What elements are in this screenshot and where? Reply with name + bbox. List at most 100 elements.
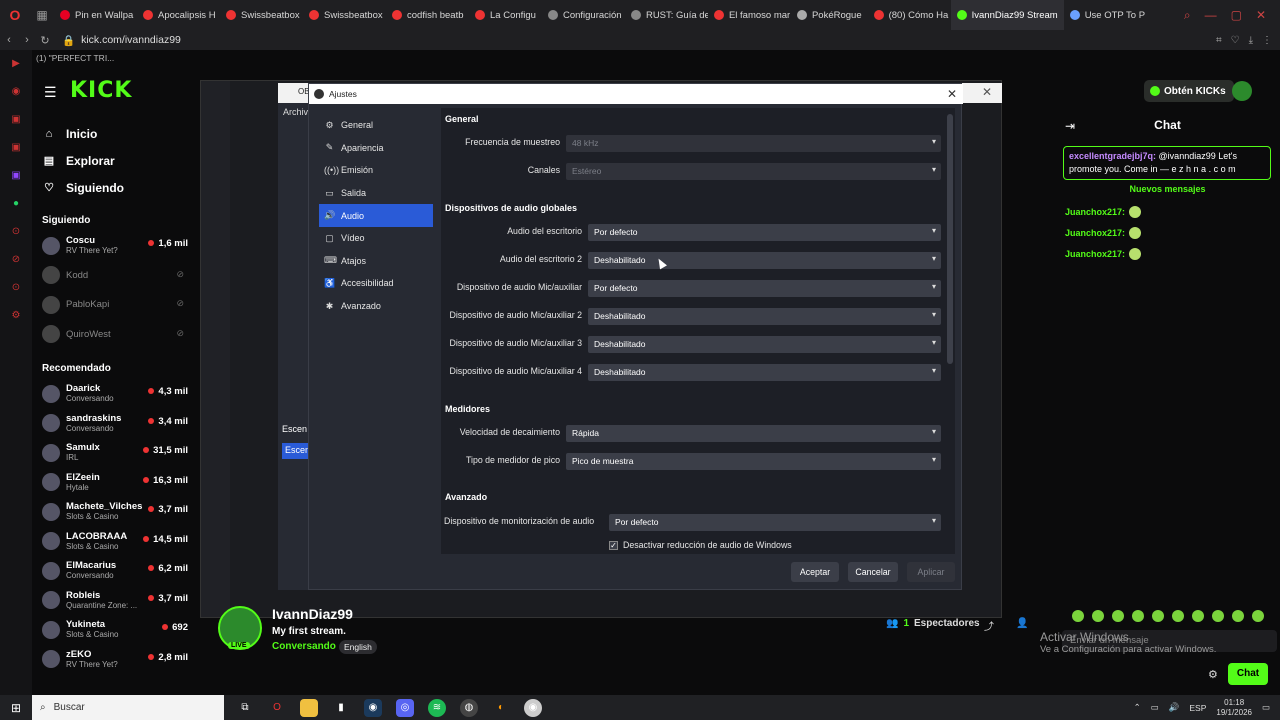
media-line[interactable]: (1) "PERFECT TRI...	[32, 50, 1280, 66]
steam-icon[interactable]: ◉	[364, 698, 382, 717]
setting-select[interactable]: Por defecto	[588, 224, 941, 241]
channel-item[interactable]: Kodd ⊘	[32, 261, 192, 291]
nav-item-inicio[interactable]: ⌂ Inicio	[32, 120, 192, 147]
emote-icon[interactable]	[1072, 610, 1084, 622]
emote-icon[interactable]	[1212, 610, 1224, 622]
hamburger-icon[interactable]: ☰	[44, 84, 57, 101]
emote-icon[interactable]	[1092, 610, 1104, 622]
setting-select[interactable]: Estéreo	[566, 163, 941, 180]
rail-icon-4[interactable]: ⊙	[0, 218, 32, 246]
setting-select[interactable]: Deshabilitado	[588, 364, 941, 381]
setting-select[interactable]: Pico de muestra	[566, 453, 941, 470]
taskbar-search[interactable]: ⌕ Buscar	[32, 695, 224, 720]
settings-nav-accesibilidad[interactable]: ♿ Accesibilidad	[319, 272, 433, 295]
minimize-icon[interactable]: —	[1205, 8, 1217, 23]
app-icon[interactable]: ◐	[492, 699, 510, 717]
rail-icon-2[interactable]: ▣	[0, 106, 32, 134]
browser-tab[interactable]: codfish beatb	[386, 0, 469, 30]
channel-item[interactable]: QuiroWest ⊘	[32, 320, 192, 350]
emote-icon[interactable]	[1132, 610, 1144, 622]
setting-select[interactable]: Por defecto	[588, 280, 941, 297]
share-icon[interactable]: ⤴	[984, 618, 994, 633]
settings-nav-general[interactable]: ⚙ General	[319, 114, 433, 137]
obs-taskbar-icon[interactable]: ◍	[460, 698, 478, 717]
ducking-checkbox[interactable]: ✓ Desactivar reducción de audio de Windo…	[609, 540, 792, 550]
browser-tab[interactable]: IvannDiaz99 Stream	[950, 0, 1064, 30]
file-explorer-icon[interactable]	[300, 698, 318, 717]
close-window-icon[interactable]: ✕	[1256, 8, 1266, 23]
user-avatar[interactable]	[1232, 81, 1252, 101]
send-chat-button[interactable]: Chat	[1228, 663, 1268, 685]
emote-icon[interactable]	[1172, 610, 1184, 622]
bookmark-icon[interactable]: ♡	[1231, 35, 1240, 46]
chat-username[interactable]: Juanchox217:	[1065, 228, 1125, 238]
chat-username[interactable]: Juanchox217:	[1065, 207, 1125, 217]
emote-icon[interactable]	[1112, 610, 1124, 622]
channel-item[interactable]: Coscu RV There Yet? 1,6 mil	[32, 231, 192, 261]
forward-icon[interactable]: ›	[18, 34, 36, 46]
channel-item[interactable]: Yukineta Slots & Casino 692	[32, 615, 192, 645]
kick-logo[interactable]: KICK	[70, 78, 132, 103]
notifications-icon[interactable]: ▭	[1262, 702, 1270, 713]
rail-icon-1[interactable]: ◉	[0, 78, 32, 106]
chat-settings-icon[interactable]: ⚙	[1208, 668, 1218, 681]
workspaces-icon[interactable]: ▦	[30, 8, 54, 22]
channel-item[interactable]: sandraskins Conversando 3,4 mil	[32, 409, 192, 439]
menu-icon[interactable]: ⋮	[1262, 35, 1272, 46]
emote-icon[interactable]	[1152, 610, 1164, 622]
close-icon[interactable]: ✕	[947, 84, 957, 104]
channel-item[interactable]: ElZeein Hytale 16,3 mil	[32, 468, 192, 498]
get-kicks-button[interactable]: Obtén KICKs	[1144, 80, 1234, 102]
settings-nav-salida[interactable]: ▭ Salida	[319, 182, 433, 205]
reload-icon[interactable]: ↻	[36, 34, 54, 47]
rail-icon-7[interactable]: ⚙	[0, 302, 32, 330]
browser-tab[interactable]: Swissbeatbox	[220, 0, 303, 30]
browser-tab[interactable]: Apocalipsis H	[137, 0, 220, 30]
new-messages-label[interactable]: Nuevos mensajes	[1055, 184, 1280, 194]
opera-taskbar-icon[interactable]: O	[268, 699, 286, 717]
obs-file-menu[interactable]: Archiv	[283, 107, 308, 117]
language-tag[interactable]: English	[339, 640, 377, 654]
channel-item[interactable]: Daarick Conversando 4,3 mil	[32, 379, 192, 409]
apply-button[interactable]: Aplicar	[907, 562, 955, 582]
emote-icon[interactable]	[1232, 610, 1244, 622]
settings-nav-apariencia[interactable]: ✎ Apariencia	[319, 137, 433, 160]
setting-select[interactable]: Rápida	[566, 425, 941, 442]
clock[interactable]: 01:18 19/1/2026	[1216, 698, 1252, 718]
network-icon[interactable]: ▭	[1151, 702, 1159, 713]
browser-tab[interactable]: La Configu	[469, 0, 542, 30]
setting-select[interactable]: Deshabilitado	[588, 252, 941, 269]
channel-item[interactable]: Machete_Vilches Slots & Casino 3,7 mil	[32, 497, 192, 527]
browser-tab[interactable]: RUST: Guía de	[625, 0, 708, 30]
spotify-icon[interactable]: ≋	[428, 698, 446, 717]
language-indicator[interactable]: ESP	[1189, 703, 1206, 713]
stream-category[interactable]: Conversando	[272, 641, 336, 652]
setting-select[interactable]: Deshabilitado	[588, 308, 941, 325]
accept-button[interactable]: Aceptar	[791, 562, 839, 582]
browser-tab[interactable]: El famoso mar	[708, 0, 791, 30]
streamer-name[interactable]: IvannDiaz99	[272, 606, 353, 622]
setting-select[interactable]: Deshabilitado	[588, 336, 941, 353]
browser-tab[interactable]: Pin en Wallpa	[54, 0, 137, 30]
discord-icon[interactable]: ◎	[396, 698, 414, 717]
browser-tab[interactable]: (80) Cómo Ha	[868, 0, 951, 30]
url-field[interactable]: 🔒 kick.com/ivanndiaz99	[62, 34, 181, 47]
task-view-icon[interactable]: ⧉	[236, 699, 254, 717]
windows-start-icon[interactable]: ⊞	[0, 701, 32, 715]
obs-close-icon[interactable]: ✕	[982, 85, 992, 99]
cancel-button[interactable]: Cancelar	[848, 562, 898, 582]
monitor-device-select[interactable]: Por defecto	[609, 514, 941, 531]
nav-item-explorar[interactable]: ▤ Explorar	[32, 147, 192, 174]
chat-username[interactable]: Juanchox217:	[1065, 249, 1125, 259]
emote-icon[interactable]	[1192, 610, 1204, 622]
setting-select[interactable]: 48 kHz	[566, 135, 941, 152]
opera-logo-icon[interactable]: O	[0, 0, 30, 30]
channel-item[interactable]: Robleis Quarantine Zone: ... 3,7 mil	[32, 586, 192, 616]
settings-nav-emisión[interactable]: ((•)) Emisión	[319, 159, 433, 182]
browser-tab[interactable]: Swissbeatbox	[303, 0, 386, 30]
tray-chevron-icon[interactable]: ⌃	[1134, 702, 1141, 713]
media-line-icon[interactable]: ▶	[0, 50, 32, 78]
nav-item-siguiendo[interactable]: ♡ Siguiendo	[32, 174, 192, 201]
rail-icon-6[interactable]: ⊙	[0, 274, 32, 302]
whatsapp-icon[interactable]: ●	[0, 190, 32, 218]
